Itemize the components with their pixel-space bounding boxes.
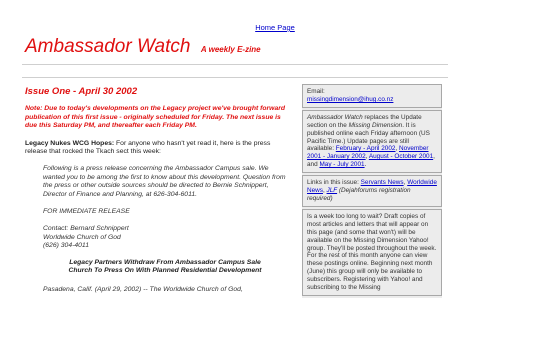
contact-org: Worldwide Church of God xyxy=(43,233,121,241)
about-box: Ambassador Watch replaces the Update sec… xyxy=(302,109,442,174)
masthead: Ambassador Watch A weekly E-zine xyxy=(25,36,261,58)
page-title: Ambassador Watch xyxy=(25,36,191,57)
release-headline: Legacy Partners Withdraw From Ambassador… xyxy=(43,259,287,276)
release-headline-line-2: Church To Press On With Planned Resident… xyxy=(68,267,262,275)
link-jlf[interactable]: JLF xyxy=(327,187,338,194)
email-label: Email: xyxy=(307,88,325,95)
release-dateline: Pasadena, Calif. (April 29, 2002) -- The… xyxy=(43,285,243,293)
contact-name: Contact: Bernard Schnippert xyxy=(43,225,129,233)
email-box: Email: missingdimension@ihug.co.nz xyxy=(302,84,442,108)
page: Home Page Ambassador Watch A weekly E-zi… xyxy=(0,0,550,356)
lead-title: Legacy Nukes WCG Hopes: xyxy=(25,139,115,147)
lead-paragraph: Legacy Nukes WCG Hopes: For anyone who h… xyxy=(25,140,287,157)
press-release-intro: Following is a press release concerning … xyxy=(43,165,286,198)
publication-note: Note: Due to today's developments on the… xyxy=(25,105,286,130)
email-link[interactable]: missingdimension@ihug.co.nz xyxy=(307,96,393,103)
link-servants-news[interactable]: Servants News xyxy=(361,179,404,186)
page-subtitle: A weekly E-zine xyxy=(200,45,261,54)
about-publication-name: Ambassador Watch xyxy=(307,113,363,121)
main-content: Issue One - April 30 2002 Note: Due to t… xyxy=(25,86,287,303)
archive-link-may-jul-2001[interactable]: May - July 2001 xyxy=(319,161,364,168)
home-page-link[interactable]: Home Page xyxy=(0,23,550,32)
about-site-name: Missing Dimension xyxy=(348,121,403,129)
contact-block: Contact: Bernard Schnippert Worldwide Ch… xyxy=(43,225,287,250)
release-headline-line-1: Legacy Partners Withdraw From Ambassador… xyxy=(69,259,261,267)
header-divider-secondary xyxy=(22,77,448,78)
issue-heading: Issue One - April 30 2002 xyxy=(25,86,138,97)
sidebar: Email: missingdimension@ihug.co.nz Ambas… xyxy=(302,84,442,298)
period: . xyxy=(364,161,367,169)
release-tag: FOR IMMEDIATE RELEASE xyxy=(43,208,130,216)
yahoo-group-box: Is a week too long to wait? Draft copies… xyxy=(302,208,442,296)
header-divider xyxy=(22,64,448,65)
links-label: Links in this issue: xyxy=(307,179,361,187)
contact-phone: (626) 304-4011 xyxy=(43,241,89,249)
archive-link-feb-apr-2002[interactable]: February - April 2002 xyxy=(336,145,396,152)
archive-link-aug-oct-2001[interactable]: August - October 2001 xyxy=(369,153,433,160)
links-box: Links in this issue: Servants News, Worl… xyxy=(302,175,442,207)
